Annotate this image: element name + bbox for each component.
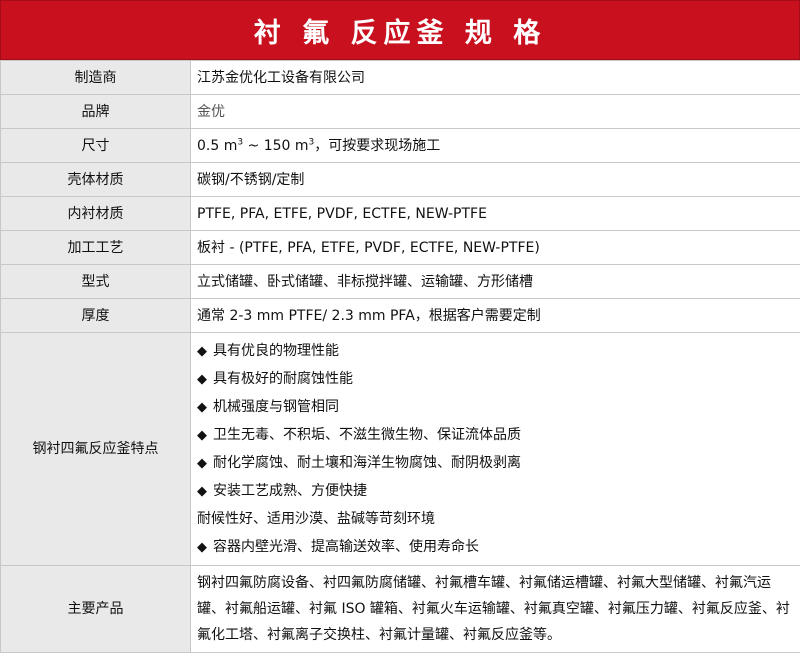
diamond-bullet-icon: ◆ <box>197 428 207 443</box>
row-value: 金优 <box>191 95 800 129</box>
diamond-bullet-icon: ◆ <box>197 400 207 415</box>
table-row-lining-material: 内衬材质 PTFE, PFA, ETFE, PVDF, ECTFE, NEW-P… <box>1 197 800 231</box>
row-value: ◆具有优良的物理性能 ◆具有极好的耐腐蚀性能 ◆机械强度与钢管相同 ◆卫生无毒、… <box>191 333 800 566</box>
table-row-shell-material: 壳体材质 碳钢/不锈钢/定制 <box>1 163 800 197</box>
row-label: 型式 <box>1 265 191 299</box>
page-title: 衬 氟 反应釜 规 格 <box>0 0 800 60</box>
size-note: ，可按要求现场施工 <box>314 138 440 154</box>
row-label: 制造商 <box>1 61 191 95</box>
row-label: 加工工艺 <box>1 231 191 265</box>
row-label: 品牌 <box>1 95 191 129</box>
row-label: 主要产品 <box>1 566 191 653</box>
list-item: ◆卫生无毒、不积垢、不滋生微生物、保证流体品质 <box>197 421 794 449</box>
table-row-size: 尺寸 0.5 m3 ~ 150 m3，可按要求现场施工 <box>1 129 800 163</box>
row-value: 江苏金优化工设备有限公司 <box>191 61 800 95</box>
spec-sheet: 衬 氟 反应釜 规 格 制造商 江苏金优化工设备有限公司 品牌 金优 尺寸 0.… <box>0 0 800 644</box>
list-item: ◆具有优良的物理性能 <box>197 337 794 365</box>
row-value: 碳钢/不锈钢/定制 <box>191 163 800 197</box>
size-min: 0.5 m <box>197 138 237 154</box>
list-item: 耐候性好、适用沙漠、盐碱等苛刻环境 <box>197 505 794 533</box>
row-label: 壳体材质 <box>1 163 191 197</box>
table-row-features: 钢衬四氟反应釜特点 ◆具有优良的物理性能 ◆具有极好的耐腐蚀性能 ◆机械强度与钢… <box>1 333 800 566</box>
row-value: 通常 2-3 mm PTFE/ 2.3 mm PFA，根据客户需要定制 <box>191 299 800 333</box>
row-label: 内衬材质 <box>1 197 191 231</box>
table-row-manufacturer: 制造商 江苏金优化工设备有限公司 <box>1 61 800 95</box>
spec-table: 制造商 江苏金优化工设备有限公司 品牌 金优 尺寸 0.5 m3 ~ 150 m… <box>0 60 800 653</box>
size-max: ~ 150 m <box>243 138 308 154</box>
row-value: 板衬 - (PTFE, PFA, ETFE, PVDF, ECTFE, NEW-… <box>191 231 800 265</box>
table-row-type: 型式 立式储罐、卧式储罐、非标搅拌罐、运输罐、方形储槽 <box>1 265 800 299</box>
diamond-bullet-icon: ◆ <box>197 540 207 555</box>
row-value: 立式储罐、卧式储罐、非标搅拌罐、运输罐、方形储槽 <box>191 265 800 299</box>
table-row-thickness: 厚度 通常 2-3 mm PTFE/ 2.3 mm PFA，根据客户需要定制 <box>1 299 800 333</box>
diamond-bullet-icon: ◆ <box>197 456 207 471</box>
list-item: ◆安装工艺成熟、方便快捷 <box>197 477 794 505</box>
diamond-bullet-icon: ◆ <box>197 372 207 387</box>
list-item: ◆具有极好的耐腐蚀性能 <box>197 365 794 393</box>
list-item: ◆耐化学腐蚀、耐土壤和海洋生物腐蚀、耐阴极剥离 <box>197 449 794 477</box>
table-row-process: 加工工艺 板衬 - (PTFE, PFA, ETFE, PVDF, ECTFE,… <box>1 231 800 265</box>
row-value: 0.5 m3 ~ 150 m3，可按要求现场施工 <box>191 129 800 163</box>
row-label: 钢衬四氟反应釜特点 <box>1 333 191 566</box>
list-item: ◆机械强度与钢管相同 <box>197 393 794 421</box>
table-row-products: 主要产品 钢衬四氟防腐设备、衬四氟防腐储罐、衬氟槽车罐、衬氟储运槽罐、衬氟大型储… <box>1 566 800 653</box>
feature-list: ◆具有优良的物理性能 ◆具有极好的耐腐蚀性能 ◆机械强度与钢管相同 ◆卫生无毒、… <box>197 333 794 565</box>
diamond-bullet-icon: ◆ <box>197 484 207 499</box>
row-label: 尺寸 <box>1 129 191 163</box>
list-item: ◆容器内壁光滑、提高输送效率、使用寿命长 <box>197 533 794 561</box>
table-row-brand: 品牌 金优 <box>1 95 800 129</box>
row-label: 厚度 <box>1 299 191 333</box>
products-text: 钢衬四氟防腐设备、衬四氟防腐储罐、衬氟槽车罐、衬氟储运槽罐、衬氟大型储罐、衬氟汽… <box>191 566 800 653</box>
diamond-bullet-icon: ◆ <box>197 344 207 359</box>
row-value: PTFE, PFA, ETFE, PVDF, ECTFE, NEW-PTFE <box>191 197 800 231</box>
